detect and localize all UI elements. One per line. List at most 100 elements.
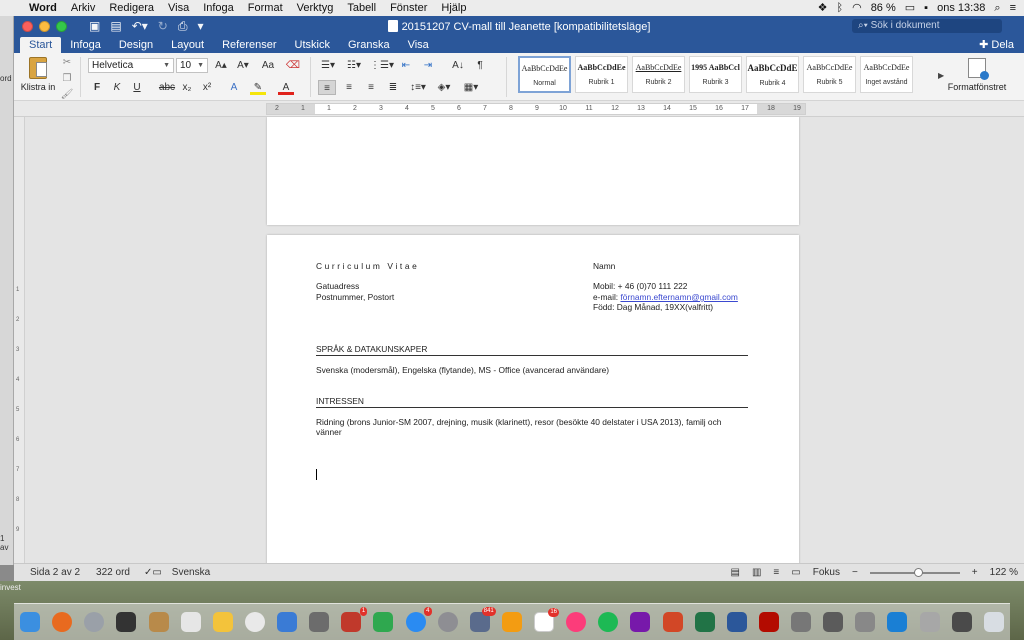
menu-hjalp[interactable]: Hjälp <box>434 0 473 16</box>
change-case-button[interactable]: Aa <box>260 58 276 73</box>
maximize-window-button[interactable] <box>56 20 67 32</box>
style-rubrik-1[interactable]: AaBbCcDdEe Rubrik 1 <box>575 56 628 93</box>
undo-icon[interactable]: ↶▾ <box>132 19 148 33</box>
justify-button[interactable]: ≣ <box>384 80 402 95</box>
finder-icon[interactable] <box>20 612 40 632</box>
shading-icon[interactable]: ◈▾ <box>434 80 454 95</box>
spotlight-icon[interactable]: ⌕ <box>994 0 1000 16</box>
contacts-icon[interactable] <box>148 612 169 632</box>
battery-icon[interactable]: ▭ <box>905 0 915 16</box>
menu-fonster[interactable]: Fönster <box>383 0 434 16</box>
acrobat-icon[interactable] <box>758 612 779 632</box>
bluetooth-icon[interactable]: ᛒ <box>836 0 843 16</box>
menu-arkiv[interactable]: Arkiv <box>64 0 102 16</box>
subscript-button[interactable]: x₂ <box>180 80 194 95</box>
tab-start[interactable]: Start <box>20 37 62 53</box>
page-count[interactable]: Sida 2 av 2 <box>30 567 80 578</box>
align-right-button[interactable]: ≡ <box>362 80 380 95</box>
web-layout-view-icon[interactable]: ▥ <box>752 567 761 578</box>
bold-button[interactable]: F <box>90 80 104 95</box>
system-preferences-icon[interactable] <box>437 612 458 632</box>
font-color-icon[interactable]: A <box>278 80 294 95</box>
folder-stack-icon[interactable] <box>951 612 972 632</box>
minimize-window-button[interactable] <box>39 20 50 32</box>
ibooks-icon[interactable] <box>501 612 522 632</box>
page-2[interactable]: Curriculum Vitae Namn Gatuadress Postnum… <box>267 235 799 563</box>
highlight-icon[interactable]: ✎ <box>250 80 266 95</box>
notes-icon[interactable] <box>212 612 233 632</box>
numbering-icon[interactable]: ☷▾ <box>344 58 364 73</box>
preview-icon[interactable]: 841 <box>469 607 496 632</box>
styles-more-arrow-icon[interactable]: ▶ <box>938 71 944 80</box>
print-icon[interactable]: ⎙ <box>178 19 188 34</box>
menu-format[interactable]: Format <box>241 0 290 16</box>
tab-infoga[interactable]: Infoga <box>61 37 110 53</box>
show-formatting-marks-icon[interactable]: ¶ <box>472 58 488 73</box>
grow-font-button[interactable]: A▴ <box>212 58 230 73</box>
borders-icon[interactable]: ▦▾ <box>460 80 482 95</box>
font-name-dropdown[interactable]: Helvetica ▼ <box>88 58 174 73</box>
photos-icon[interactable] <box>244 612 265 632</box>
format-painter-icon[interactable]: 🖌 <box>61 89 74 100</box>
excel-icon[interactable] <box>694 612 715 632</box>
underline-button[interactable]: U <box>130 80 144 95</box>
notification-center-icon[interactable]: ≡ <box>1010 0 1016 16</box>
screenshot-icon[interactable] <box>791 612 811 632</box>
documents-stack-icon[interactable] <box>919 612 940 632</box>
cut-icon[interactable]: ✂ <box>63 57 71 68</box>
activity-monitor-icon[interactable] <box>823 612 844 632</box>
mission-control-icon[interactable] <box>116 612 137 632</box>
firefox-icon[interactable] <box>52 612 73 632</box>
onenote-icon[interactable] <box>630 612 651 632</box>
outline-view-icon[interactable]: ≡ <box>773 567 779 578</box>
tab-design[interactable]: Design <box>110 37 162 53</box>
close-window-button[interactable] <box>22 20 33 32</box>
desktop-file-label[interactable]: invest <box>0 583 21 592</box>
dropbox-icon[interactable]: ❖ <box>818 0 828 16</box>
word-count[interactable]: 322 ord <box>96 567 130 578</box>
messages-icon[interactable]: 1 <box>341 607 368 632</box>
tab-granska[interactable]: Granska <box>339 37 399 53</box>
customize-toolbar-icon[interactable]: ▾ <box>197 19 203 33</box>
format-pane-button[interactable]: Formatfönstret <box>946 56 1008 92</box>
menu-redigera[interactable]: Redigera <box>102 0 161 16</box>
powerpoint-icon[interactable] <box>662 612 683 632</box>
style-inget-avstand[interactable]: AaBbCcDdEe Inget avstånd <box>860 56 913 93</box>
photo-booth-icon[interactable] <box>309 612 330 632</box>
strikethrough-button[interactable]: abc <box>158 80 176 95</box>
clock[interactable]: ons 13:38 <box>937 2 985 14</box>
save-icon[interactable]: ▤ <box>110 19 121 33</box>
redo-icon[interactable]: ↻ <box>158 19 168 33</box>
proofing-icon[interactable]: ✓▭ <box>144 567 162 578</box>
facetime-icon[interactable] <box>373 612 394 632</box>
zoom-slider-knob[interactable] <box>913 567 923 577</box>
tab-visa[interactable]: Visa <box>399 37 438 53</box>
italic-button[interactable]: K <box>110 80 124 95</box>
font-size-dropdown[interactable]: 10 ▼ <box>176 58 208 73</box>
style-rubrik-4[interactable]: AaBbCcDdE Rubrik 4 <box>746 56 799 93</box>
text-effects-icon[interactable]: A <box>226 80 242 95</box>
focus-icon[interactable]: ▭ <box>791 567 800 578</box>
style-rubrik-5[interactable]: AaBbCcDdEe Rubrik 5 <box>803 56 856 93</box>
launchpad-icon[interactable] <box>84 612 105 632</box>
app-store-icon[interactable]: 4 <box>405 607 432 632</box>
tab-utskick[interactable]: Utskick <box>286 37 339 53</box>
print-layout-view-icon[interactable]: ▤ <box>731 567 740 578</box>
word-icon[interactable] <box>726 612 747 632</box>
paste-button[interactable]: Klistra in <box>18 56 58 98</box>
increase-indent-icon[interactable]: ⇥ <box>420 58 436 73</box>
copy-icon[interactable]: ❐ <box>63 73 72 84</box>
decrease-indent-icon[interactable]: ⇤ <box>398 58 414 73</box>
vertical-ruler[interactable]: 1 2 3 4 5 6 7 8 9 <box>14 117 25 563</box>
downloads-stack-icon[interactable] <box>887 612 908 632</box>
wifi-icon[interactable]: ◠ <box>852 0 862 16</box>
style-rubrik-3[interactable]: 1995 AaBbCcl Rubrik 3 <box>689 56 742 93</box>
bullets-icon[interactable]: ☰▾ <box>318 58 338 73</box>
document-canvas[interactable]: Curriculum Vitae Namn Gatuadress Postnum… <box>25 117 1024 563</box>
tab-referenser[interactable]: Referenser <box>213 37 285 53</box>
mail-icon[interactable] <box>277 612 297 632</box>
zoom-slider[interactable] <box>869 567 960 577</box>
language[interactable]: Svenska <box>172 567 210 578</box>
sort-icon[interactable]: A↓ <box>450 58 466 73</box>
menu-app-word[interactable]: Word <box>22 0 64 16</box>
